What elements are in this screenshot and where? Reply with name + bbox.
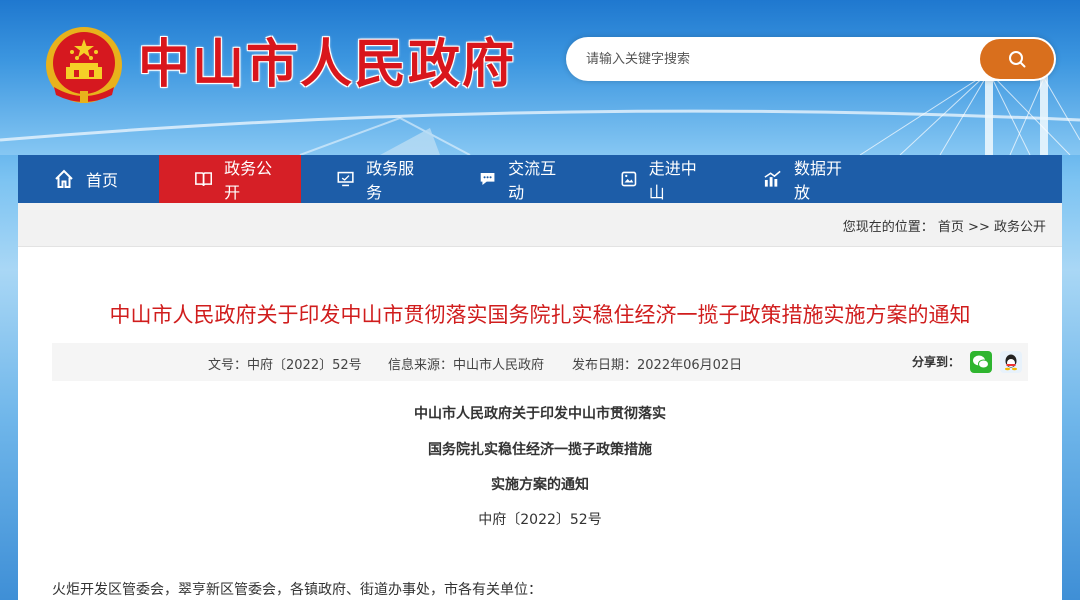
nav-item-label: 政务公开	[224, 159, 273, 202]
search-input[interactable]	[586, 49, 966, 69]
nav-item-label: 交流互动	[508, 159, 557, 202]
book-icon	[195, 172, 213, 186]
breadcrumb-bar: 您现在的位置： 首页 >> 政务公开	[18, 203, 1062, 247]
nav-item-government-affairs[interactable]: 政务公开	[159, 155, 301, 203]
document-heading-line: 中山市人民政府关于印发中山市贯彻落实	[414, 406, 666, 422]
breadcrumb-current-link[interactable]: 政务公开	[994, 220, 1046, 235]
search-icon	[1009, 51, 1026, 68]
chat-icon	[480, 173, 495, 185]
home-icon	[55, 169, 73, 188]
nav-item-government-services[interactable]: 政务服务	[301, 155, 443, 203]
share-label: 分享到：	[912, 355, 961, 369]
nav-item-label: 首页	[86, 171, 119, 190]
nav-item-label: 数据开放	[794, 159, 843, 202]
site-header: 中山市人民政府	[0, 0, 1080, 155]
nav-item-about-zhongshan[interactable]: 走进中山	[585, 155, 727, 203]
nav-item-interaction[interactable]: 交流互动	[443, 155, 585, 203]
publish-date-meta: 发布日期：2022年06月02日	[572, 358, 743, 373]
nav-item-label: 走进中山	[648, 159, 697, 202]
wechat-share-icon[interactable]	[970, 351, 992, 373]
breadcrumb-home-link[interactable]: 首页	[938, 220, 964, 235]
nav-item-open-data[interactable]: 数据开放	[727, 155, 877, 203]
monitor-icon	[337, 171, 354, 187]
main-nav: 首页 政务公开 政务服务 交流互动 走进中山 数据开放	[18, 155, 1062, 203]
document-title: 中山市人民政府关于印发中山市贯彻落实国务院扎实稳住经济一揽子政策措施实施方案的通…	[109, 303, 971, 327]
search-box	[566, 37, 1056, 81]
content-panel: 您现在的位置： 首页 >> 政务公开 中山市人民政府关于印发中山市贯彻落实国务院…	[18, 203, 1062, 600]
document-heading-line: 国务院扎实稳住经济一揽子政策措施	[428, 442, 652, 458]
national-emblem-logo	[46, 27, 122, 103]
document-meta-bar: 文号：中府〔2022〕52号 信息来源：中山市人民政府 发布日期：2022年06…	[52, 343, 1028, 381]
nav-item-home[interactable]: 首页	[18, 155, 159, 203]
qq-share-icon[interactable]	[1000, 351, 1022, 373]
nav-item-label: 政务服务	[366, 159, 415, 202]
site-title: 中山市人民政府	[138, 34, 517, 95]
document-number: 中府〔2022〕52号	[478, 512, 602, 528]
picture-icon	[621, 171, 637, 187]
bar-chart-icon	[764, 170, 781, 187]
document-addressee: 火炬开发区管委会，翠亨新区管委会，各镇政府、街道办事处，市各有关单位：	[52, 582, 542, 598]
document-heading-line: 实施方案的通知	[491, 477, 589, 493]
doc-number-meta: 文号：中府〔2022〕52号	[208, 358, 362, 373]
breadcrumb-prefix: 您现在的位置：	[842, 220, 934, 235]
breadcrumb: 您现在的位置： 首页 >> 政务公开	[843, 216, 1046, 235]
breadcrumb-separator: >>	[968, 220, 990, 235]
source-meta: 信息来源：中山市人民政府	[388, 358, 545, 373]
search-button[interactable]	[980, 39, 1054, 79]
